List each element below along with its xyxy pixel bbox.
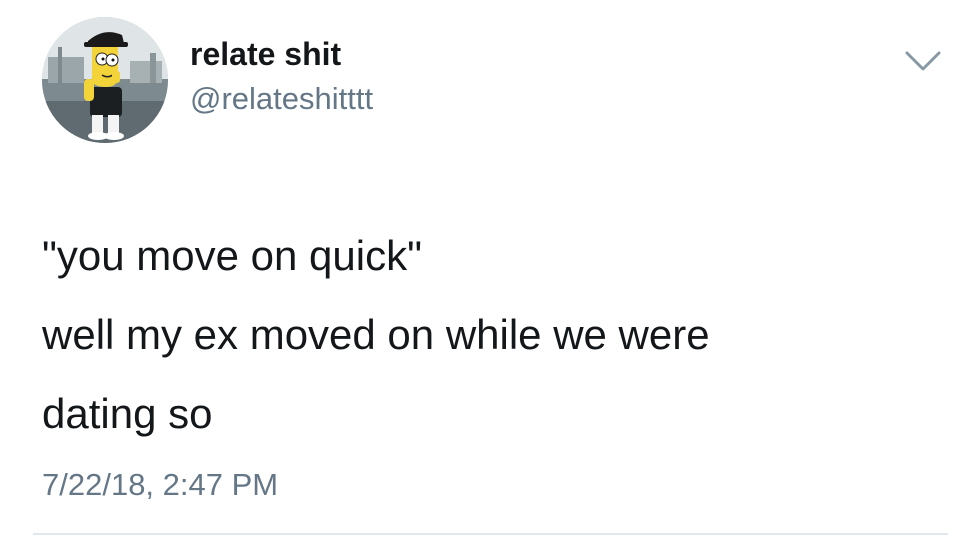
tweet-card: relate shit @relateshitttt "you move on …: [0, 0, 980, 540]
divider: [33, 533, 948, 535]
tweet-text-line: well my ex moved on while we were: [42, 311, 710, 358]
tweet-text: "you move on quick" well my ex moved on …: [42, 216, 942, 453]
user-handle[interactable]: @relateshitttt: [190, 81, 373, 117]
avatar[interactable]: [42, 17, 168, 143]
tweet-timestamp[interactable]: 7/22/18, 2:47 PM: [42, 467, 278, 503]
tweet-text-line: dating so: [42, 390, 213, 437]
display-name[interactable]: relate shit: [190, 36, 341, 73]
tweet-text-line: "you move on quick": [42, 232, 423, 279]
cartoon-character-avatar-icon: [42, 17, 168, 143]
tweet-options-button[interactable]: [903, 48, 943, 74]
chevron-down-icon: [905, 51, 941, 71]
